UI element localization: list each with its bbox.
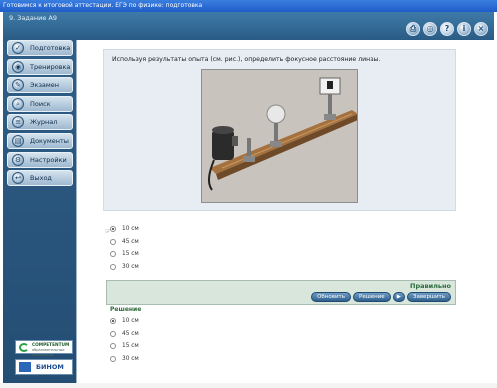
radio-button[interactable] <box>110 263 116 270</box>
sidebar-item-vykhod[interactable]: ↩ Выход <box>7 170 73 187</box>
answer-option[interactable]: ☞ 10 см <box>105 223 139 236</box>
search-icon: ⌕ <box>12 97 24 110</box>
print-icon[interactable]: ⎙ <box>406 22 420 36</box>
documents-icon: ▤ <box>12 134 24 147</box>
solution-option-label: 45 см <box>122 330 139 337</box>
radio-button <box>110 343 116 349</box>
content-area: Используя результаты опыта (см. рис.), о… <box>76 40 494 383</box>
target-icon: ◉ <box>12 60 24 73</box>
result-buttons: Обновить Решение ▶ Завершить <box>311 292 451 302</box>
sidebar-item-dokumenty[interactable]: ▤ Документы <box>7 132 73 149</box>
sidebar-item-ekzamen[interactable]: ✎ Экзамен <box>7 77 73 94</box>
sidebar-item-zhurnal[interactable]: ≡ Журнал <box>7 114 73 131</box>
solution-option: 15 см <box>110 340 141 353</box>
check-icon: ✓ <box>12 42 24 54</box>
answer-option[interactable]: 15 см <box>110 248 139 261</box>
question-text: Используя результаты опыта (см. рис.), о… <box>112 56 381 63</box>
finish-button[interactable]: Завершить <box>406 292 451 302</box>
next-button[interactable]: ▶ <box>392 292 405 302</box>
solution-option-label: 10 см <box>122 318 139 324</box>
sidebar-item-label: Подготовка <box>30 44 71 52</box>
result-status: Правильно <box>410 282 451 290</box>
sidebar-item-poisk[interactable]: ⌕ Поиск <box>7 95 73 112</box>
top-icon-group: ⎙ ◎ ? i × <box>406 22 488 36</box>
answer-option-label: 30 см <box>122 263 139 270</box>
sidebar-item-label: Документы <box>30 136 69 145</box>
solution-option: 10 см <box>110 315 141 328</box>
sidebar: ✓ Подготовка ◉ Тренировка ✎ Экзамен ⌕ По… <box>7 40 73 189</box>
competentum-mark-icon <box>19 343 29 352</box>
sidebar-item-label: Настройки <box>30 155 67 164</box>
solution-section: Решение 10 см 45 см 15 см 30 см <box>110 306 141 365</box>
answer-options: ☞ 10 см 45 см 15 см 30 см <box>105 223 139 274</box>
answer-option[interactable]: 45 см <box>110 236 139 249</box>
gear-icon: ⚙ <box>12 153 24 166</box>
solution-button[interactable]: Решение <box>353 292 391 302</box>
app-window: 9. Задание А9 ⎙ ◎ ? i × ✓ Подготовка ◉ Т… <box>3 12 494 383</box>
experiment-illustration <box>202 70 357 202</box>
experiment-image <box>201 69 358 203</box>
binom-mark-icon <box>19 362 31 372</box>
solution-option: 45 см <box>110 328 141 341</box>
binom-name: БИНОМ <box>36 363 64 371</box>
journal-icon: ≡ <box>12 116 24 129</box>
answer-option-label: 45 см <box>122 238 139 245</box>
help-icon[interactable]: ? <box>440 22 454 36</box>
answer-option-label: 10 см <box>122 226 139 232</box>
answer-option-label: 15 см <box>122 251 139 257</box>
result-panel: Правильно Обновить Решение ▶ Завершить <box>106 280 456 305</box>
window-titlebar: Готовимся к итоговой аттестации. ЕГЭ по … <box>0 0 497 12</box>
solution-label: Решение <box>110 306 142 313</box>
question-panel: Используя результаты опыта (см. рис.), о… <box>103 49 456 211</box>
top-bar: 9. Задание А9 ⎙ ◎ ? i × <box>3 12 494 40</box>
sidebar-item-label: Тренировка <box>30 62 71 71</box>
solution-option-label: 15 см <box>122 343 139 349</box>
bottom-strip <box>0 383 497 388</box>
sidebar-item-label: Экзамен <box>30 81 60 90</box>
settings-icon[interactable]: ◎ <box>423 22 437 36</box>
sidebar-item-nastroyki[interactable]: ⚙ Настройки <box>7 151 73 168</box>
sidebar-item-trenirovka[interactable]: ◉ Тренировка <box>7 58 73 75</box>
answer-option[interactable]: 30 см <box>110 261 139 274</box>
radio-button <box>110 330 116 337</box>
task-title: 9. Задание А9 <box>9 14 58 22</box>
solution-option-label: 30 см <box>122 355 139 362</box>
radio-button <box>110 318 116 324</box>
exam-icon: ✎ <box>12 79 24 92</box>
solution-option: 30 см <box>110 353 141 366</box>
radio-button[interactable] <box>110 226 116 232</box>
radio-button[interactable] <box>110 238 116 245</box>
exit-icon: ↩ <box>12 172 24 185</box>
info-icon[interactable]: i <box>457 22 471 36</box>
sidebar-item-podgotovka[interactable]: ✓ Подготовка <box>7 40 73 56</box>
radio-button <box>110 355 116 362</box>
competentum-logo: COMPETENTUM образовательные технологии <box>15 340 73 357</box>
sidebar-item-label: Поиск <box>30 99 51 108</box>
refresh-button[interactable]: Обновить <box>311 292 352 302</box>
binom-logo: БИНОМ <box>15 359 73 375</box>
radio-button[interactable] <box>110 251 116 257</box>
competentum-subtitle: образовательные технологии <box>32 348 65 357</box>
sidebar-item-label: Выход <box>30 174 52 183</box>
close-icon[interactable]: × <box>474 22 488 36</box>
window-title: Готовимся к итоговой аттестации. ЕГЭ по … <box>3 2 203 9</box>
sidebar-item-label: Журнал <box>30 118 58 127</box>
